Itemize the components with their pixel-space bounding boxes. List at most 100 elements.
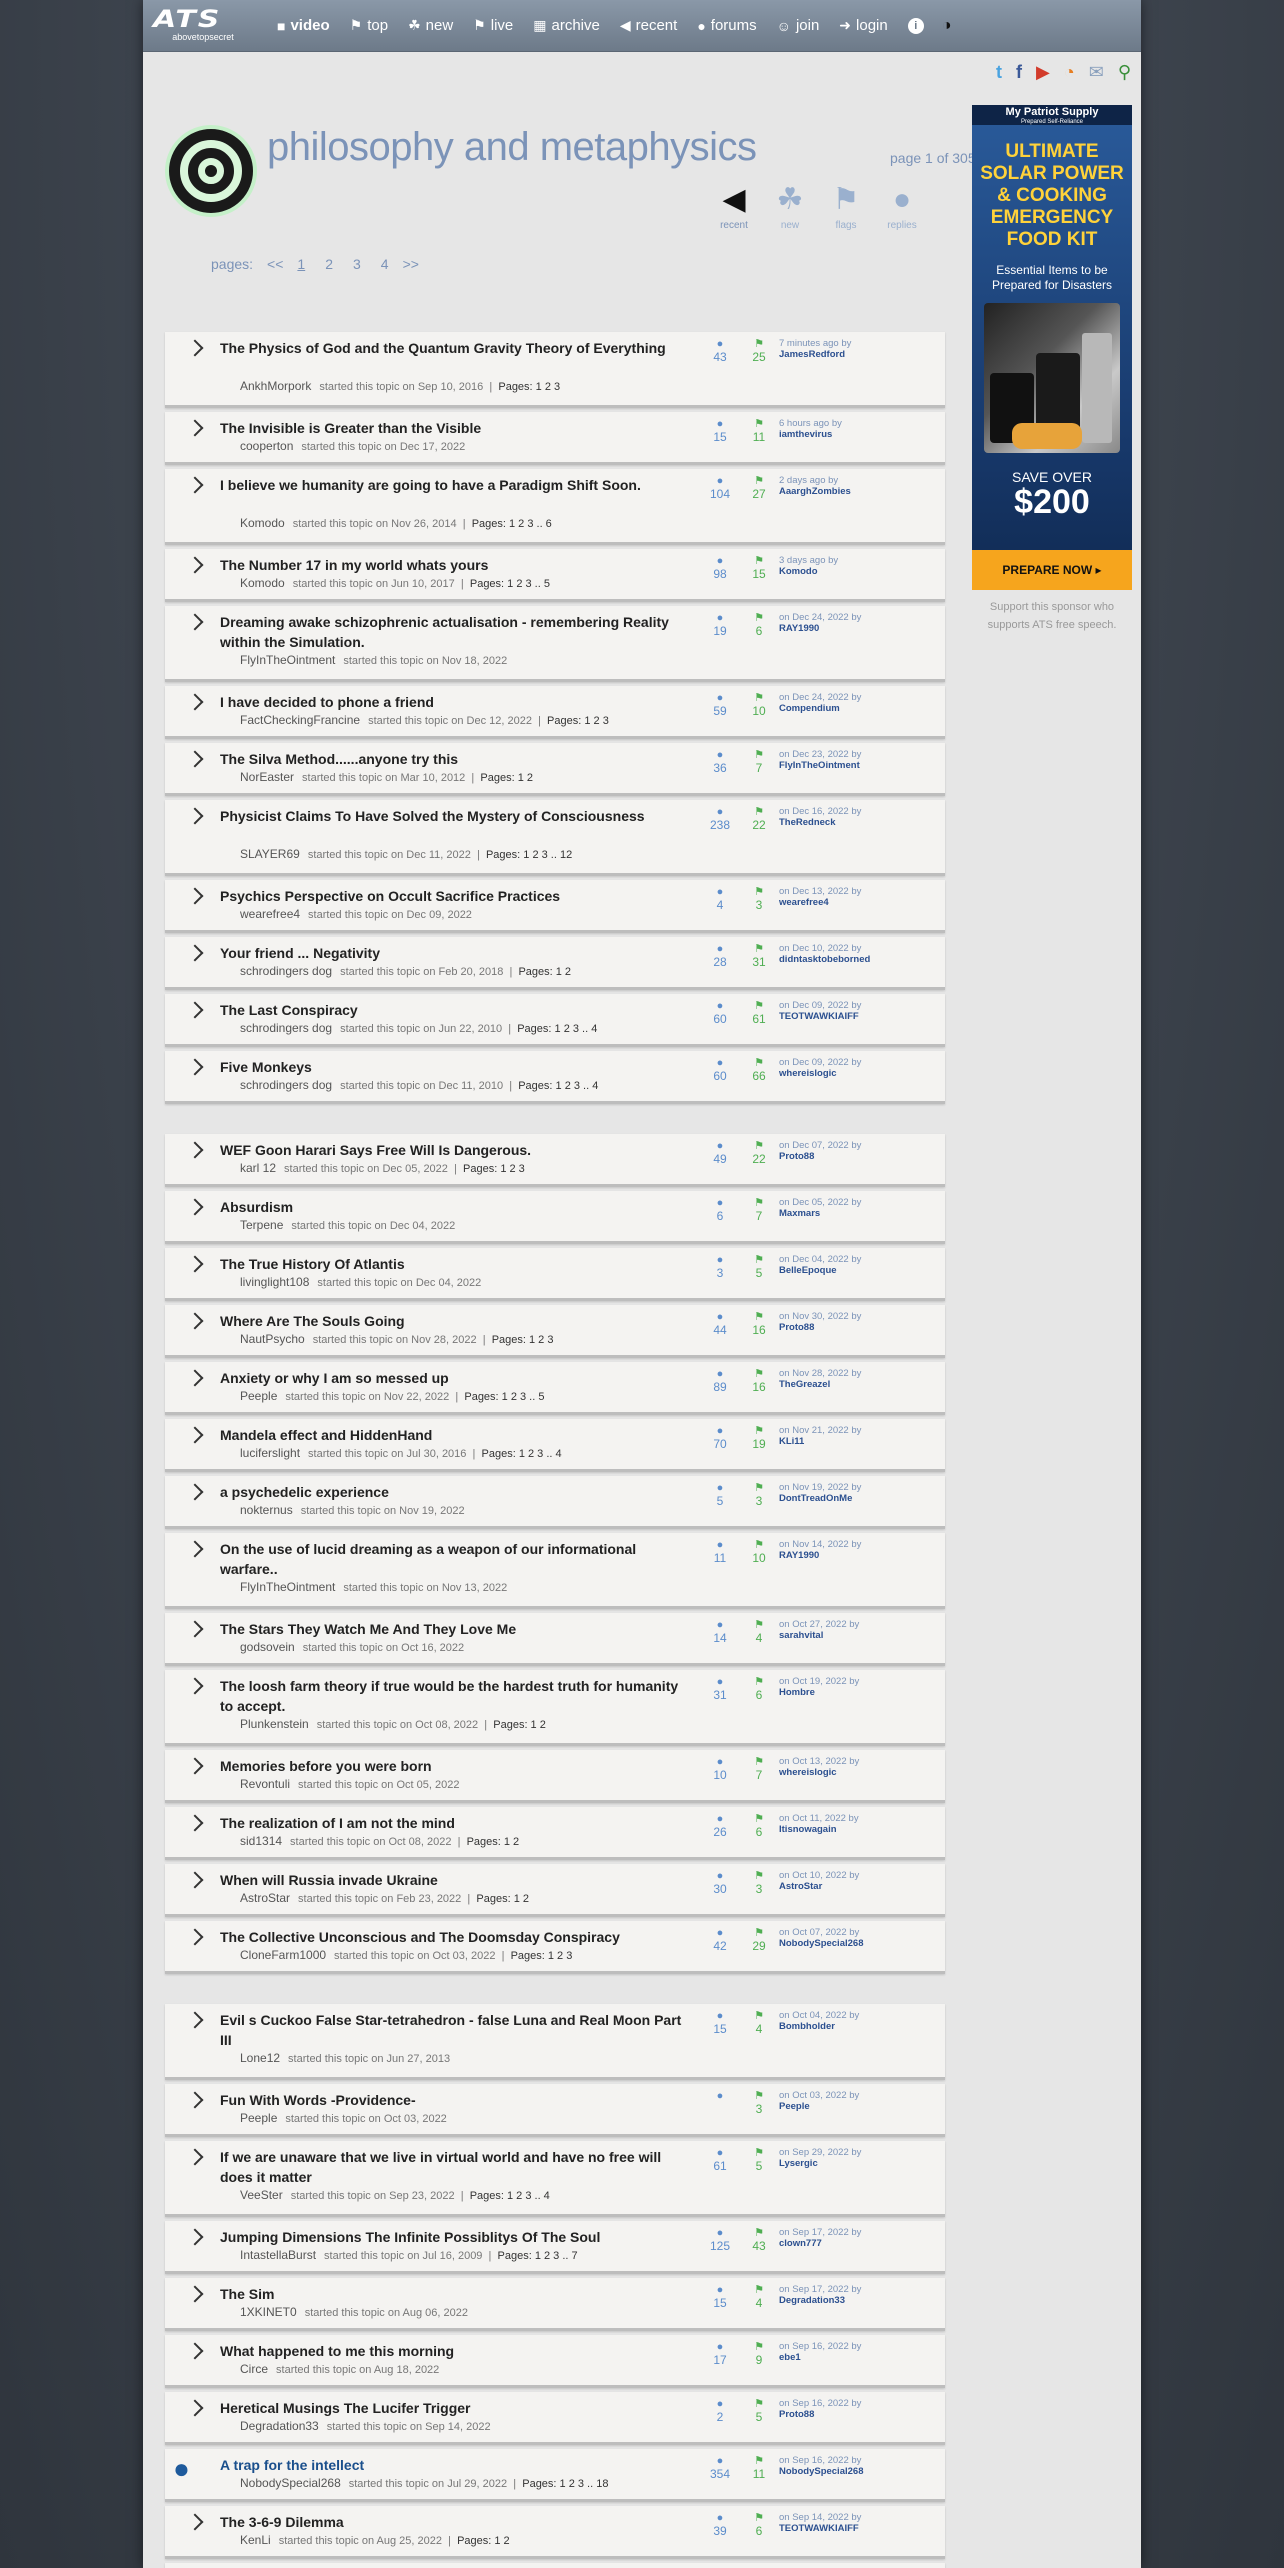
thread-row[interactable]: The Last Conspiracy schrodingers dog start… <box>165 994 945 1047</box>
thread-author-link[interactable]: cooperton <box>240 439 293 453</box>
chat-bubble-icon[interactable]: ● <box>173 2455 207 2483</box>
thread-row[interactable]: The Stars They Watch Me And They Love Me… <box>165 1613 945 1666</box>
thread-pages[interactable]: Pages: 1 2 3 <box>498 381 560 393</box>
chevron-right-icon[interactable] <box>186 1928 204 1946</box>
thread-author-link[interactable]: CloneFarm1000 <box>240 1948 326 1962</box>
thread-row[interactable]: If we are unaware that we live in virtua… <box>165 2141 945 2217</box>
last-post-user-link[interactable]: Bombholder <box>779 2021 939 2032</box>
last-post-user-link[interactable]: Maxmars <box>779 1208 939 1219</box>
thread-pages[interactable]: Pages: 1 2 <box>493 1719 546 1731</box>
chevron-right-icon[interactable] <box>186 750 204 768</box>
chevron-right-icon[interactable] <box>186 1620 204 1638</box>
thread-row[interactable]: The Number 17 in my world whats yours Kom… <box>165 549 945 602</box>
last-post-user-link[interactable]: Komodo <box>779 566 939 577</box>
last-post-user-link[interactable]: sarahvital <box>779 1630 939 1641</box>
thread-author-link[interactable]: karl 12 <box>240 1161 276 1175</box>
thread-row[interactable]: Memories before you were born Revontuli st… <box>165 1750 945 1803</box>
thread-row[interactable]: Your friend ... Negativity schrodingers d… <box>165 937 945 990</box>
chevron-right-icon[interactable] <box>186 944 204 962</box>
thread-title-link[interactable]: The Sim <box>220 2284 690 2304</box>
thread-author-link[interactable]: IntastellaBurst <box>240 2248 316 2262</box>
thread-pages[interactable]: Pages: 1 2 <box>467 1836 520 1848</box>
thread-author-link[interactable]: SLAYER69 <box>240 847 300 861</box>
thread-row[interactable]: Five Monkeys schrodingers dog started this… <box>165 1051 945 1104</box>
chevron-right-icon[interactable] <box>186 1255 204 1273</box>
thread-row[interactable]: a psychedelic experience nokternus started… <box>165 1476 945 1529</box>
thread-pages[interactable]: Pages: 1 2 3 .. 4 <box>518 1080 598 1092</box>
thread-title-link[interactable]: The True History Of Atlantis <box>220 1254 690 1274</box>
thread-row[interactable]: The realization of I am not the mind sid1… <box>165 1807 945 1860</box>
chevron-right-icon[interactable] <box>186 807 204 825</box>
last-post-user-link[interactable]: clown777 <box>779 2238 939 2249</box>
nav-join[interactable]: ☺ join <box>777 17 820 34</box>
thread-title-link[interactable]: The Stars They Watch Me And They Love Me <box>220 1619 690 1639</box>
nav-archive[interactable]: ▦ archive <box>533 17 600 34</box>
thread-author-link[interactable]: schrodingers dog <box>240 1078 332 1092</box>
thread-title-link[interactable]: Dreaming awake schizophrenic actualisati… <box>220 612 690 652</box>
thread-row[interactable]: I believe we humanity are going to have … <box>165 469 945 545</box>
last-post-user-link[interactable]: whereislogic <box>779 1767 939 1778</box>
chevron-right-icon[interactable] <box>186 887 204 905</box>
thread-row[interactable]: Anxiety or why I am so messed up Peeple st… <box>165 1362 945 1415</box>
thread-pages[interactable]: Pages: 1 2 <box>457 2535 510 2547</box>
thread-title-link[interactable]: Anxiety or why I am so messed up <box>220 1368 690 1388</box>
nav-video[interactable]: ■ video <box>277 17 330 34</box>
nav-top[interactable]: ⚑ top <box>350 17 388 34</box>
last-post-user-link[interactable]: Proto88 <box>779 2409 939 2420</box>
thread-author-link[interactable]: Komodo <box>240 576 285 590</box>
thread-author-link[interactable]: Lone12 <box>240 2051 280 2065</box>
thread-title-link[interactable]: a psychedelic experience <box>220 1482 690 1502</box>
chevron-right-icon[interactable] <box>186 1141 204 1159</box>
chevron-right-icon[interactable] <box>186 1198 204 1216</box>
chevron-right-icon[interactable] <box>186 2011 204 2029</box>
filter-replies[interactable]: ● replies <box>881 180 923 231</box>
last-post-user-link[interactable]: iamthevirus <box>779 429 939 440</box>
filter-flags[interactable]: ⚑ flags <box>825 180 867 231</box>
last-post-user-link[interactable]: wearefree4 <box>779 897 939 908</box>
thread-author-link[interactable]: FactCheckingFrancine <box>240 713 360 727</box>
chevron-right-icon[interactable] <box>186 1058 204 1076</box>
thread-title-link[interactable]: I believe we humanity are going to have … <box>220 475 690 495</box>
site-logo[interactable]: ATS abovetopsecret <box>153 5 253 47</box>
thread-pages[interactable]: Pages: 1 2 3 .. 5 <box>464 1391 544 1403</box>
thread-pages[interactable]: Pages: 1 2 3 .. 7 <box>498 2250 578 2262</box>
last-post-user-link[interactable]: TheGreazel <box>779 1379 939 1390</box>
thread-row[interactable]: The True History Of Atlantis livinglight1… <box>165 1248 945 1301</box>
last-post-user-link[interactable]: NobodySpecial268 <box>779 2466 939 2477</box>
chevron-right-icon[interactable] <box>186 1757 204 1775</box>
thread-title-link[interactable]: The Invisible is Greater than the Visibl… <box>220 418 690 438</box>
thread-row[interactable]: The Invisible is Greater than the Visibl… <box>165 412 945 465</box>
last-post-user-link[interactable]: didntasktobeborned <box>779 954 939 965</box>
thread-row[interactable]: On the use of lucid dreaming as a weapon… <box>165 1533 945 1609</box>
thread-title-link[interactable]: On the use of lucid dreaming as a weapon… <box>220 1539 690 1579</box>
thread-row[interactable]: ● A trap for the intellect NobodySpecial26… <box>165 2449 945 2502</box>
thread-row[interactable]: Dreaming awake schizophrenic actualisati… <box>165 606 945 682</box>
chevron-right-icon[interactable] <box>186 613 204 631</box>
twitter-icon[interactable]: t <box>996 62 1002 82</box>
last-post-user-link[interactable]: TEOTWAWKIAIFF <box>779 2523 939 2534</box>
last-post-user-link[interactable]: AstroStar <box>779 1881 939 1892</box>
thread-row[interactable]: The Collective Unconscious and The Dooms… <box>165 1921 945 1974</box>
thread-author-link[interactable]: AnkhMorpork <box>240 379 311 393</box>
chevron-right-icon[interactable] <box>186 1001 204 1019</box>
thread-pages[interactable]: Pages: 1 2 3 <box>463 1163 525 1175</box>
chevron-right-icon[interactable] <box>186 1426 204 1444</box>
last-post-user-link[interactable]: BelleEpoque <box>779 1265 939 1276</box>
chevron-right-icon[interactable] <box>186 476 204 494</box>
chevron-right-icon[interactable] <box>186 556 204 574</box>
thread-author-link[interactable]: luciferslight <box>240 1446 300 1460</box>
thread-row[interactable]: Physicist Claims To Have Solved the Myst… <box>165 800 945 876</box>
thread-row[interactable]: Jumping Dimensions The Infinite Possibli… <box>165 2221 945 2274</box>
thread-row[interactable]: WEF Goon Harari Says Free Will Is Danger… <box>165 1134 945 1187</box>
chevron-right-icon[interactable] <box>186 1677 204 1695</box>
last-post-user-link[interactable]: Itisnowagain <box>779 1824 939 1835</box>
thread-author-link[interactable]: NobodySpecial268 <box>240 2476 341 2490</box>
thread-author-link[interactable]: Plunkenstein <box>240 1717 309 1731</box>
nav-login[interactable]: ➜ login <box>839 17 887 34</box>
last-post-user-link[interactable]: TheRedneck <box>779 817 939 828</box>
chevron-right-icon[interactable] <box>186 2285 204 2303</box>
thread-pages[interactable]: Pages: 1 2 3 .. 5 <box>470 578 550 590</box>
thread-title-link[interactable]: Physicist Claims To Have Solved the Myst… <box>220 806 690 826</box>
last-post-user-link[interactable]: Compendium <box>779 703 939 714</box>
thread-title-link[interactable]: The realization of I am not the mind <box>220 1813 690 1833</box>
